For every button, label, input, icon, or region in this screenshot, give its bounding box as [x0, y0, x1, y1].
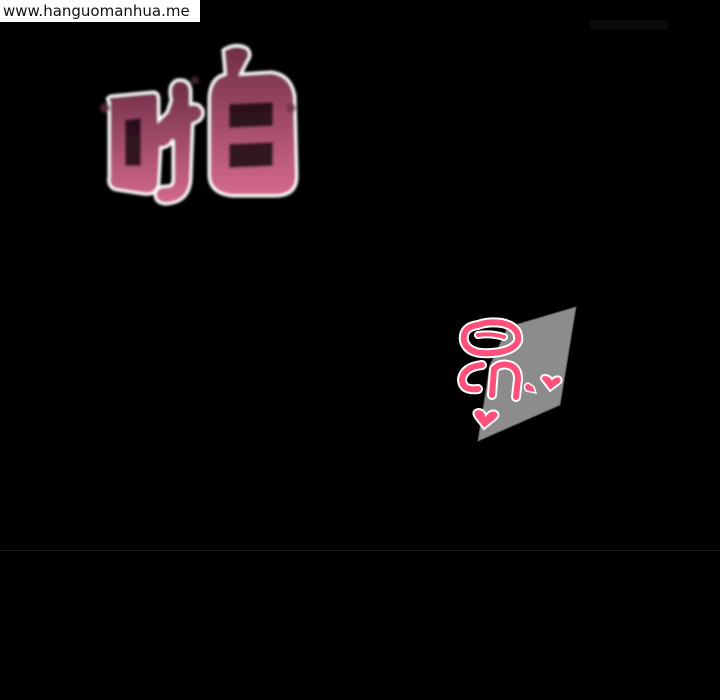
- faint-watermark: [590, 20, 668, 30]
- sound-effect-moan-icon: [448, 305, 583, 445]
- sound-effect-pa-icon: [95, 40, 310, 215]
- watermark-text: www.hanguomanhua.me: [0, 0, 200, 22]
- panel-divider: [0, 550, 720, 551]
